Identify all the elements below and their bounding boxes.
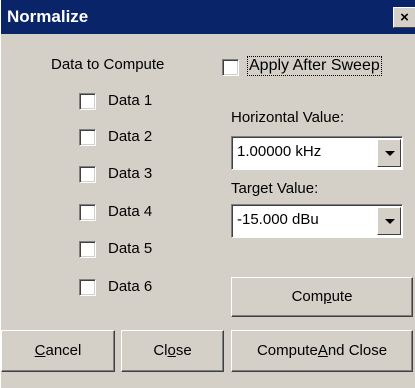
target-value-select[interactable]: -15.000 dBu: [231, 204, 403, 238]
compute-label-mnemonic: p: [323, 288, 332, 305]
data-5-label: Data 5: [108, 240, 153, 257]
compute-and-close-button[interactable]: Compute And Close: [231, 330, 413, 372]
title-bar[interactable]: Normalize ×: [1, 0, 415, 34]
data-1-label: Data 1: [108, 92, 153, 109]
horizontal-dropdown-arrow-icon[interactable]: [377, 139, 401, 167]
data-to-compute-label: Data to Compute: [51, 56, 165, 73]
window-title: Normalize: [7, 7, 89, 26]
data-2-label: Data 2: [108, 128, 153, 145]
horizontal-value-label: Horizontal Value:: [231, 109, 345, 126]
compute-button[interactable]: Compute: [231, 277, 413, 317]
data-6-label: Data 6: [108, 278, 153, 295]
data-4-label: Data 4: [108, 203, 153, 220]
data-6-checkbox[interactable]: [79, 279, 96, 296]
apply-after-sweep-label[interactable]: Apply After Sweep: [247, 56, 382, 76]
compute-close-label-mnemonic: A: [317, 342, 328, 359]
data-1-checkbox[interactable]: [79, 93, 96, 110]
cancel-button[interactable]: Cancel: [1, 330, 115, 372]
data-3-checkbox[interactable]: [79, 166, 96, 183]
data-2-checkbox[interactable]: [79, 129, 96, 146]
compute-close-label-a: Compute: [256, 342, 318, 359]
horizontal-value-select[interactable]: 1.00000 kHz: [231, 136, 403, 170]
close-button[interactable]: Close: [121, 330, 224, 372]
cancel-label-b: ancel: [45, 342, 82, 359]
compute-label-a: Com: [291, 288, 324, 305]
target-dropdown-arrow-icon[interactable]: [377, 207, 401, 235]
close-label-b: se: [175, 342, 192, 359]
target-value-text: -15.000 dBu: [237, 211, 319, 228]
data-3-label: Data 3: [108, 165, 153, 182]
close-label-mnemonic: o: [167, 342, 176, 359]
normalize-dialog: Normalize × Data to Compute Data 1 Data …: [0, 0, 415, 388]
close-label-a: Cl: [153, 342, 168, 359]
horizontal-value-text: 1.00000 kHz: [237, 143, 322, 160]
target-value-label: Target Value:: [231, 180, 319, 197]
close-icon[interactable]: ×: [393, 7, 415, 28]
compute-close-label-b: nd Close: [327, 342, 388, 359]
cancel-label-mnemonic: C: [34, 342, 46, 359]
apply-after-sweep-checkbox[interactable]: [222, 59, 239, 76]
data-5-checkbox[interactable]: [79, 241, 96, 258]
data-4-checkbox[interactable]: [79, 204, 96, 221]
compute-label-b: ute: [331, 288, 353, 305]
